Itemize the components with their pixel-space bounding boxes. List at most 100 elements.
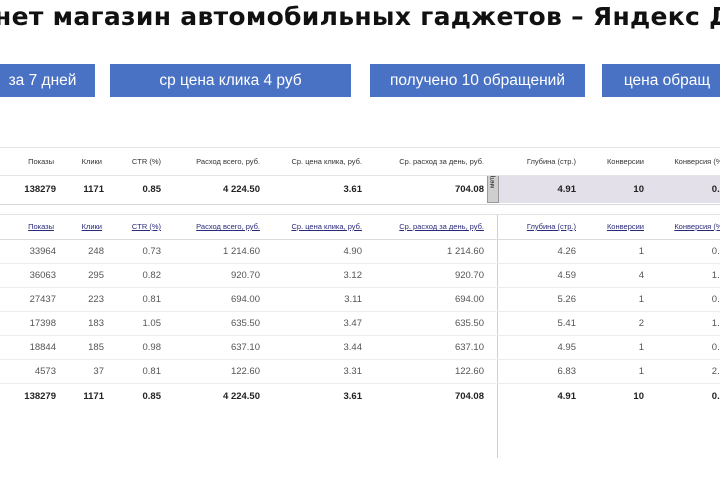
cell-depth: 6.83 <box>557 366 577 377</box>
col-clicks: Клики <box>81 157 102 166</box>
cell-ctr: 0.98 <box>142 342 162 353</box>
cell-daily: 635.50 <box>454 318 484 329</box>
cell-conversions: 1 <box>638 342 644 353</box>
cell-cost: 635.50 <box>230 318 260 329</box>
page-title: нет магазин автомобильных гаджетов – Янд… <box>0 2 720 31</box>
cell-clicks: 183 <box>88 318 104 329</box>
cell-ctr: 0.73 <box>142 246 162 257</box>
table-row: 17398 183 1.05 635.50 3.47 635.50 5.41 2… <box>0 312 720 336</box>
cell-conversions: 2 <box>638 318 644 329</box>
cell-cpc: 4.90 <box>343 246 363 257</box>
summary-clicks: 1171 <box>83 184 104 195</box>
detail-header-row: Показы Клики CTR (%) Расход всего, руб. … <box>0 214 720 240</box>
cell-cost: 122.60 <box>230 366 260 377</box>
total-row: 138279 1171 0.85 4 224.50 3.61 704.08 4.… <box>0 384 720 409</box>
cell-conv-rate: 0.5 <box>711 294 720 305</box>
cell-shows: 36063 <box>29 270 56 281</box>
cell-conversions: 4 <box>638 270 644 281</box>
sort-clicks[interactable]: Клики <box>82 215 102 239</box>
summary-ctr: 0.85 <box>142 184 162 195</box>
cell-cpc: 3.12 <box>343 270 363 281</box>
cell-daily: 637.10 <box>454 342 484 353</box>
cell-cost: 920.70 <box>230 270 260 281</box>
table-row: 4573 37 0.81 122.60 3.31 122.60 6.83 1 2… <box>0 360 720 384</box>
col-conversions: Конверсии <box>606 157 644 166</box>
cell-daily: 122.60 <box>454 366 484 377</box>
cell-depth: 4.59 <box>557 270 577 281</box>
col-conv-rate: Конверсия (%) <box>674 157 720 166</box>
table-row: 18844 185 0.98 637.10 3.44 637.10 4.95 1… <box>0 336 720 360</box>
sort-conversions[interactable]: Конверсии <box>607 215 644 239</box>
summary-cpc: 3.61 <box>343 184 363 195</box>
cell-conv-rate: 1.2 <box>711 318 720 329</box>
col-shows: Показы <box>28 157 54 166</box>
cell-shows: 17398 <box>29 318 56 329</box>
summary-daily: 704.08 <box>454 184 484 195</box>
cell-conversions: 1 <box>638 294 644 305</box>
sort-cost[interactable]: Расход всего, руб. <box>196 215 260 239</box>
col-cpc: Ср. цена клика, руб. <box>291 157 362 166</box>
total-daily: 704.08 <box>454 391 484 402</box>
cell-depth: 5.41 <box>557 318 577 329</box>
total-depth: 4.91 <box>557 391 577 402</box>
table-row: 33964 248 0.73 1 214.60 4.90 1 214.60 4.… <box>0 240 720 264</box>
cell-clicks: 223 <box>88 294 104 305</box>
cell-shows: 18844 <box>29 342 56 353</box>
cell-conv-rate: 0.4 <box>711 246 720 257</box>
cell-conv-rate: 0.5 <box>711 342 720 353</box>
cell-cpc: 3.47 <box>343 318 363 329</box>
cell-clicks: 37 <box>93 366 104 377</box>
cell-shows: 4573 <box>34 366 56 377</box>
col-depth: Глубина (стр.) <box>526 157 576 166</box>
total-conversions: 10 <box>633 391 644 402</box>
cell-conversions: 1 <box>638 366 644 377</box>
cell-clicks: 295 <box>88 270 104 281</box>
table-row: 36063 295 0.82 920.70 3.12 920.70 4.59 4… <box>0 264 720 288</box>
sort-daily[interactable]: Ср. расход за день, руб. <box>399 215 484 239</box>
cell-daily: 1 214.60 <box>447 246 484 257</box>
cell-depth: 5.26 <box>557 294 577 305</box>
sort-depth[interactable]: Глубина (стр.) <box>527 215 576 239</box>
total-conv-rate: 0.9 <box>711 391 720 402</box>
summary-conv-rate: 0.9 <box>711 184 720 195</box>
cell-cpc: 3.31 <box>343 366 363 377</box>
total-clicks: 1171 <box>83 391 104 402</box>
summary-table: метрика Показы Клики CTR (%) Расход всег… <box>0 147 720 205</box>
total-cpc: 3.61 <box>343 391 363 402</box>
col-daily: Ср. расход за день, руб. <box>399 157 484 166</box>
cell-cpc: 3.11 <box>344 294 362 305</box>
sort-cpc[interactable]: Ср. цена клика, руб. <box>291 215 362 239</box>
cell-daily: 920.70 <box>454 270 484 281</box>
summary-row: 138279 1171 0.85 4 224.50 3.61 704.08 4.… <box>0 176 720 205</box>
table-row: 27437 223 0.81 694.00 3.11 694.00 5.26 1… <box>0 288 720 312</box>
cell-clicks: 248 <box>88 246 104 257</box>
col-ctr: CTR (%) <box>131 157 161 166</box>
sort-ctr[interactable]: CTR (%) <box>132 215 161 239</box>
summary-conversions: 10 <box>633 184 644 195</box>
cell-ctr: 1.05 <box>142 318 162 329</box>
banner-leads: получено 10 обращений <box>370 64 585 97</box>
summary-header-row: Показы Клики CTR (%) Расход всего, руб. … <box>0 147 720 176</box>
cell-cost: 637.10 <box>230 342 260 353</box>
cell-depth: 4.95 <box>557 342 577 353</box>
cell-ctr: 0.81 <box>142 294 162 305</box>
total-shows: 138279 <box>24 391 56 402</box>
cell-shows: 27437 <box>29 294 56 305</box>
cell-conv-rate: 1.5 <box>711 270 720 281</box>
cell-conversions: 1 <box>638 246 644 257</box>
sort-shows[interactable]: Показы <box>28 215 54 239</box>
cell-conv-rate: 2.8 <box>711 366 720 377</box>
cell-clicks: 185 <box>88 342 104 353</box>
banner-avg-cpc: ср цена клика 4 руб <box>110 64 351 97</box>
col-cost: Расход всего, руб. <box>196 157 260 166</box>
summary-cost: 4 224.50 <box>223 184 260 195</box>
summary-shows: 138279 <box>24 184 56 195</box>
cell-depth: 4.26 <box>557 246 577 257</box>
cell-cost: 694.00 <box>230 294 260 305</box>
cell-daily: 694.00 <box>454 294 484 305</box>
banner-lead-cost: цена обращ <box>602 64 720 97</box>
summary-depth: 4.91 <box>557 184 577 195</box>
detail-table: Показы Клики CTR (%) Расход всего, руб. … <box>0 214 720 458</box>
sort-conv-rate[interactable]: Конверсия (%) <box>674 215 720 239</box>
cell-ctr: 0.81 <box>142 366 162 377</box>
